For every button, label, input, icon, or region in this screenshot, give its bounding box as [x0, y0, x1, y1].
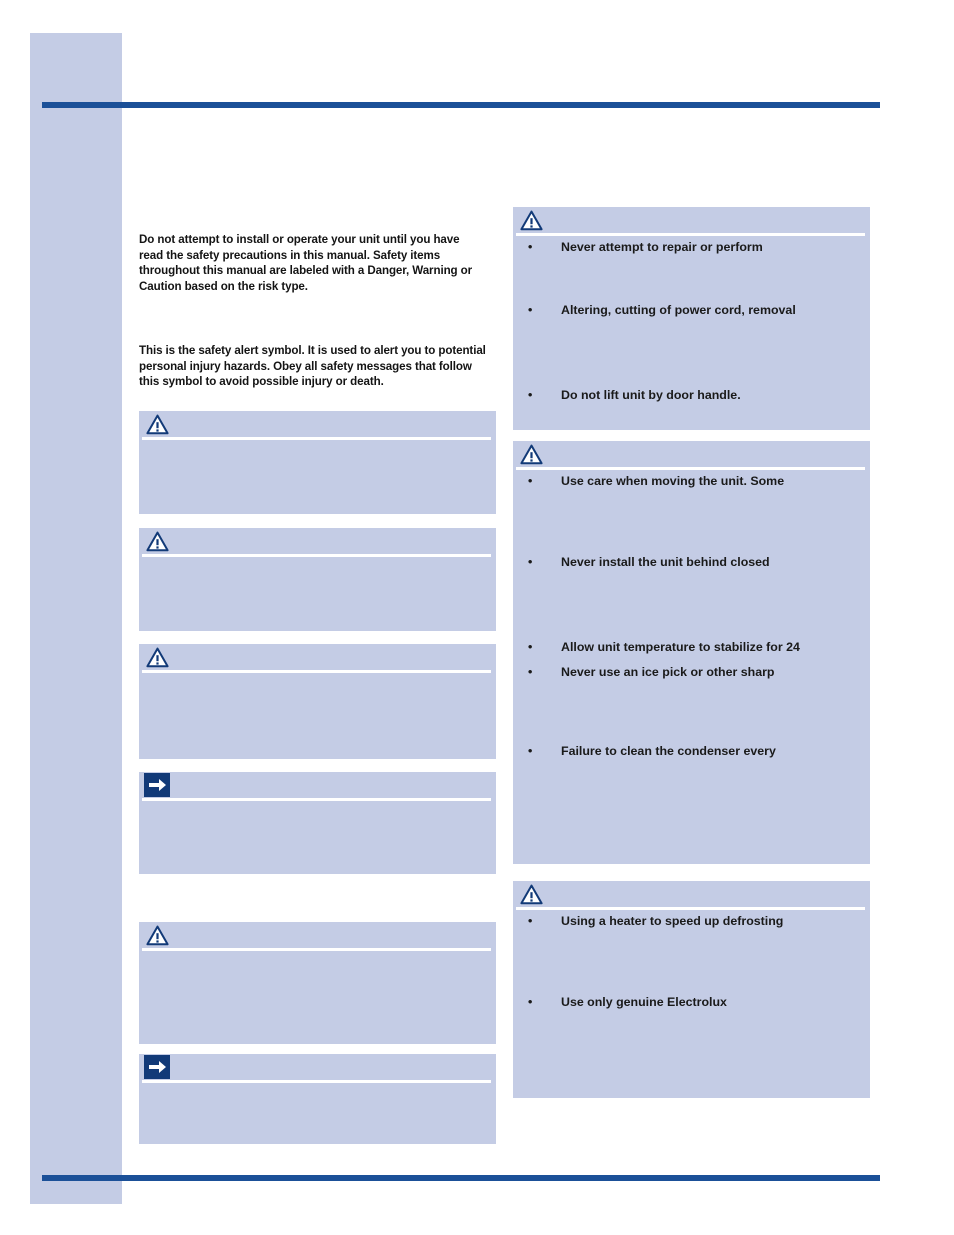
alert-box-divider [142, 948, 491, 951]
alert-box-divider [142, 554, 491, 557]
bullet-dot: • [528, 665, 533, 679]
alert-box-header [139, 922, 496, 951]
alert-box-divider [142, 437, 491, 440]
list-spacer [513, 255, 870, 303]
list-item-label: Never attempt to repair or perform [561, 240, 763, 254]
alert-box-body: • Use care when moving the unit. Some • … [513, 469, 870, 759]
list-item: • Use only genuine Electrolux [513, 995, 870, 1010]
arrow-right-icon [144, 773, 170, 797]
arrow-right-icon [144, 1055, 170, 1079]
list-item: • Never attempt to repair or perform [513, 240, 870, 255]
bullet-dot: • [528, 640, 533, 654]
list-item: • Using a heater to speed up defrosting [513, 914, 870, 929]
alert-box-divider [516, 907, 865, 910]
bullet-dot: • [528, 995, 533, 1009]
alert-box-header [139, 528, 496, 557]
alert-box-header [139, 772, 496, 801]
list-item-label: Allow unit temperature to stabilize for … [561, 640, 800, 654]
alert-box-divider [142, 798, 491, 801]
alert-box-right-2: • Use care when moving the unit. Some • … [513, 441, 870, 864]
list-item: • Never install the unit behind closed [513, 555, 870, 570]
alert-box-left-5 [139, 922, 496, 1044]
list-item: • Do not lift unit by door handle. [513, 388, 870, 403]
alert-box-left-4 [139, 772, 496, 874]
warning-triangle-icon [146, 531, 169, 552]
intro-paragraph-1: Do not attempt to install or operate you… [139, 233, 473, 293]
page-side-band [30, 33, 122, 1204]
alert-box-header [513, 207, 870, 236]
alert-bullet-list: • Use care when moving the unit. Some • … [513, 474, 870, 759]
list-spacer [513, 318, 870, 388]
list-item: • Use care when moving the unit. Some [513, 474, 870, 489]
list-item: • Failure to clean the condenser every [513, 744, 870, 759]
bullet-dot: • [528, 474, 533, 488]
bullet-dot: • [528, 744, 533, 758]
bullet-dot: • [528, 240, 533, 254]
footer-rule [42, 1175, 880, 1181]
intro-paragraph-2: This is the safety alert symbol. It is u… [139, 344, 486, 389]
warning-triangle-icon [520, 444, 543, 465]
warning-triangle-icon [146, 647, 169, 668]
warning-triangle-icon [520, 884, 543, 905]
list-spacer [513, 489, 870, 555]
bullet-dot: • [528, 388, 533, 402]
warning-triangle-icon [146, 925, 169, 946]
alert-box-left-1 [139, 411, 496, 514]
alert-box-header [139, 1054, 496, 1083]
alert-bullet-list: • Using a heater to speed up defrosting … [513, 914, 870, 1010]
alert-box-left-6 [139, 1054, 496, 1144]
warning-triangle-icon [146, 414, 169, 435]
alert-box-header [139, 411, 496, 440]
warning-triangle-icon [520, 210, 543, 231]
alert-box-divider [142, 1080, 491, 1083]
list-item-label: Using a heater to speed up defrosting [561, 914, 784, 928]
list-spacer [513, 929, 870, 995]
alert-box-right-1: • Never attempt to repair or perform • A… [513, 207, 870, 430]
alert-box-divider [516, 233, 865, 236]
alert-box-right-3: • Using a heater to speed up defrosting … [513, 881, 870, 1098]
alert-box-body: • Using a heater to speed up defrosting … [513, 909, 870, 1010]
list-item-label: Use care when moving the unit. Some [561, 474, 785, 488]
alert-box-header [513, 441, 870, 470]
bullet-dot: • [528, 303, 533, 317]
alert-box-header [139, 644, 496, 673]
alert-box-divider [142, 670, 491, 673]
list-spacer [513, 570, 870, 640]
list-spacer [513, 680, 870, 744]
list-item: • Never use an ice pick or other sharp [513, 665, 870, 680]
alert-box-left-3 [139, 644, 496, 759]
bullet-dot: • [528, 555, 533, 569]
alert-box-body: • Never attempt to repair or perform • A… [513, 235, 870, 403]
list-item-label: Never use an ice pick or other sharp [561, 665, 775, 679]
alert-box-divider [516, 467, 865, 470]
list-item-label: Failure to clean the condenser every [561, 744, 776, 758]
alert-bullet-list: • Never attempt to repair or perform • A… [513, 240, 870, 403]
list-item-label: Do not lift unit by door handle. [561, 388, 741, 402]
alert-box-left-2 [139, 528, 496, 631]
list-spacer [513, 655, 870, 665]
bullet-dot: • [528, 914, 533, 928]
list-item-label: Use only genuine Electrolux [561, 995, 727, 1009]
list-item-label: Altering, cutting of power cord, removal [561, 303, 796, 317]
header-rule [42, 102, 880, 108]
list-item-label: Never install the unit behind closed [561, 555, 770, 569]
alert-box-header [513, 881, 870, 910]
list-item: • Altering, cutting of power cord, remov… [513, 303, 870, 318]
list-item: • Allow unit temperature to stabilize fo… [513, 640, 870, 655]
